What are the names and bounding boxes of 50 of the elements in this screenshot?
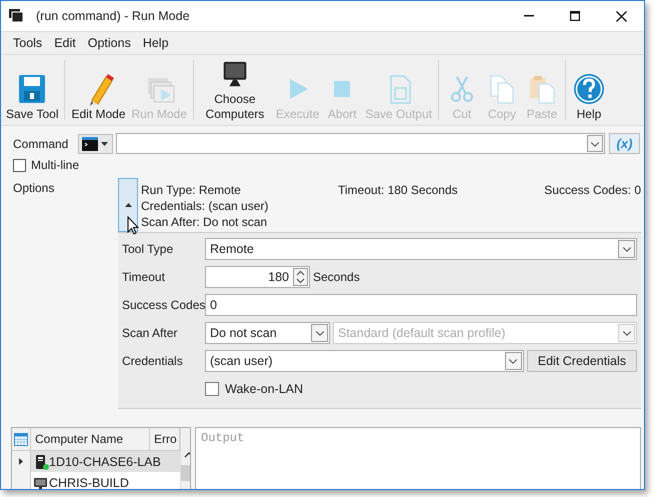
summary-text: Scan After: Do not scan	[141, 214, 268, 230]
field-label: Credentials	[122, 354, 184, 368]
unit-label: Seconds	[313, 270, 360, 284]
command-label: Command	[13, 136, 70, 150]
collapse-button[interactable]	[118, 178, 138, 232]
caret-icon	[124, 201, 132, 209]
menu-item[interactable]: Options	[82, 36, 137, 50]
computer-row[interactable]: 1D10-CHASE6-LAB	[31, 451, 180, 472]
row-pointer-icon	[18, 457, 24, 466]
dropdown: Standard (default scan profile)	[333, 322, 637, 344]
mouse-pointer-icon	[127, 216, 139, 235]
field-label: Success Codes	[122, 298, 205, 312]
minimize-icon	[524, 15, 534, 17]
console-icon	[82, 136, 98, 152]
summary-text: Timeout: 180 Seconds	[338, 182, 459, 198]
summary-text: Success Codes: 0	[544, 182, 641, 198]
dropdown[interactable]: Do not scan	[205, 322, 330, 344]
summary-text: Run Type: Remote	[141, 182, 242, 198]
grid-icon	[14, 432, 28, 446]
summary-text: Credentials: (scan user)	[141, 198, 270, 214]
column-header[interactable]: Computer Name	[31, 428, 150, 450]
close-icon	[616, 10, 626, 22]
server-icon	[33, 454, 48, 470]
window-title: (run command) - Run Mode	[36, 9, 191, 23]
spinner-arrows-icon	[293, 268, 308, 286]
command-field[interactable]	[116, 133, 605, 154]
toolbar-button[interactable]: Help	[568, 59, 609, 122]
checkbox[interactable]: Wake-on-LAN	[205, 382, 304, 396]
menu-item[interactable]: Tools	[7, 36, 48, 50]
edit-credentials-button[interactable]: Edit Credentials	[526, 350, 637, 372]
menu-item[interactable]: Edit	[48, 36, 82, 50]
app-icon	[9, 9, 24, 23]
text-field[interactable]: 0	[205, 294, 637, 316]
menu-item[interactable]: Help	[136, 36, 175, 50]
help-icon	[572, 72, 606, 106]
field-label: Timeout	[122, 270, 166, 284]
dropdown[interactable]: Remote	[205, 238, 637, 260]
multi-line-checkbox[interactable]: Multi-line	[13, 158, 80, 172]
dropdown[interactable]: (scan user)	[205, 350, 524, 372]
computer-row[interactable]: CHRIS-BUILD	[31, 472, 180, 489]
toolbar-button[interactable]: Save Tool	[3, 59, 62, 122]
caret-icon	[100, 140, 109, 148]
field-label: Tool Type	[122, 242, 174, 256]
number-field[interactable]: 180	[205, 266, 310, 288]
field-label: Scan After	[122, 326, 178, 340]
maximize-icon	[570, 11, 580, 21]
options-label: Options	[13, 180, 56, 197]
shell-type-dropdown[interactable]	[78, 134, 113, 154]
toolbar-button[interactable]: Choose Computers	[196, 59, 273, 122]
toolbar-button[interactable]: Edit Mode	[68, 59, 129, 122]
